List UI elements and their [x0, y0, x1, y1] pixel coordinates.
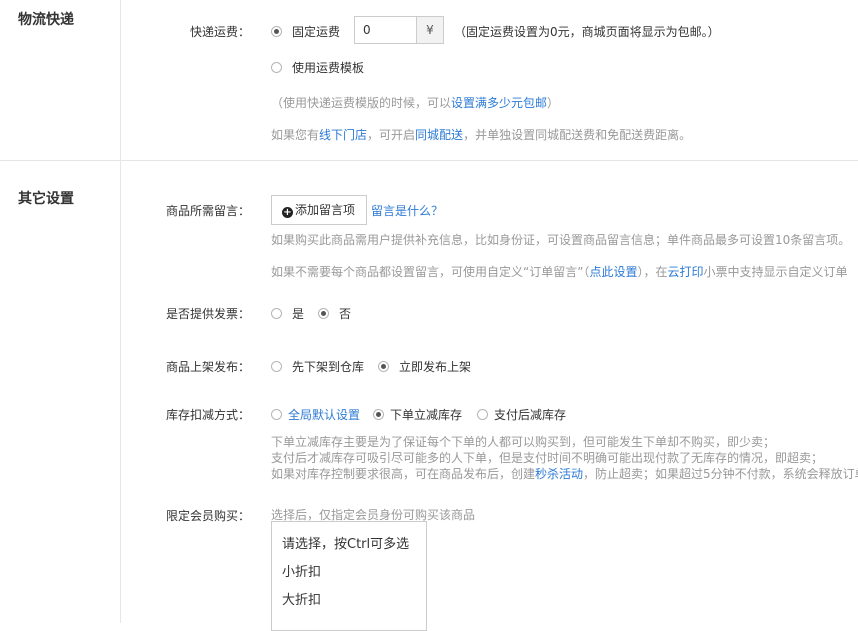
message-hint2-prefix: 如果不需要每个商品都设置留言，可使用自定义“订单留言”（: [271, 265, 590, 279]
stock-hint-3: 如果对库存控制要求很高，可在商品发布后，创建秒杀活动，防止超卖；如果超过5分钟不…: [271, 465, 858, 482]
publish-warehouse-radio[interactable]: [271, 361, 282, 372]
invoice-no-option[interactable]: 否: [318, 305, 351, 322]
message-hint-2: 如果不需要每个商品都设置留言，可使用自定义“订单留言”（点此设置），在云打印小票…: [271, 263, 848, 280]
message-label: 商品所需留言：: [165, 204, 250, 218]
publish-warehouse-option[interactable]: 先下架到仓库: [271, 358, 364, 375]
stock-hint3-suffix: ，防止超卖；如果超过5分钟不付款，系统会释放订单: [583, 467, 858, 481]
stock-hint3-prefix: 如果对库存控制要求很高，可在商品发布后，创建: [271, 467, 536, 481]
invoice-no-text: 否: [339, 307, 352, 321]
member-label: 限定会员购买：: [165, 509, 250, 523]
currency-addon: ¥: [416, 16, 444, 44]
template-text: 使用运费模板: [292, 61, 365, 75]
member-option[interactable]: 小折扣: [272, 556, 426, 584]
template-hint-suffix: ）: [547, 96, 560, 110]
publish-warehouse-text: 先下架到仓库: [292, 360, 365, 374]
section-title-logistics: 物流快递: [18, 12, 74, 28]
publish-now-option[interactable]: 立即发布上架: [378, 358, 471, 375]
stock-global-link[interactable]: 全局默认设置: [288, 408, 360, 422]
invoice-label: 是否提供发票：: [165, 307, 250, 321]
offline-hint-mid: ，可开启: [367, 128, 416, 142]
message-hint-1: 如果购买此商品需用户提供补充信息，比如身份证，可设置商品留言信息；单件商品最多可…: [271, 233, 851, 247]
publish-now-radio[interactable]: [378, 361, 389, 372]
offline-store-hint: 如果您有线下门店，可开启同城配送，并单独设置同城配送费和免配送费距离。: [271, 126, 691, 143]
member-level-select[interactable]: 请选择，按Ctrl可多选 小折扣 大折扣: [271, 521, 427, 631]
fixed-fee-radio[interactable]: [271, 26, 282, 37]
column-divider: [120, 0, 121, 623]
cloud-print-link[interactable]: 云打印: [667, 265, 703, 279]
stock-hint-2: 支付后才减库存可吸引尽可能多的人下单，但是支付时间不明确可能出现付款了无库存的情…: [271, 451, 824, 465]
stock-global-radio[interactable]: [271, 409, 282, 420]
what-is-message-link[interactable]: 留言是什么？: [371, 202, 443, 219]
offline-store-link[interactable]: 线下门店: [319, 128, 367, 142]
flash-sale-link[interactable]: 秒杀活动: [535, 467, 583, 481]
member-option[interactable]: 大折扣: [272, 584, 426, 612]
invoice-yes-radio[interactable]: [271, 308, 282, 319]
add-message-text: 添加留言项: [295, 203, 356, 217]
section-title-other: 其它设置: [18, 191, 74, 207]
template-radio[interactable]: [271, 62, 282, 73]
section-divider: [0, 160, 858, 161]
member-option[interactable]: 请选择，按Ctrl可多选: [272, 528, 426, 556]
plus-icon: +: [282, 207, 293, 218]
template-hint-prefix: （使用快递运费模版的时候，可以: [271, 96, 452, 110]
fixed-fee-input[interactable]: 0: [354, 16, 417, 44]
shipping-fee-label: 快递运费：: [189, 25, 250, 39]
publish-now-text: 立即发布上架: [399, 360, 472, 374]
template-hint: （使用快递运费模版的时候，可以设置满多少元包邮）: [271, 94, 559, 111]
fixed-fee-option[interactable]: 固定运费: [271, 23, 340, 40]
fixed-fee-note: （固定运费设置为0元，商城页面将显示为包邮。）: [454, 25, 720, 39]
stock-order-option[interactable]: 下单立减库存: [373, 406, 462, 423]
stock-pay-text: 支付后减库存: [494, 408, 567, 422]
stock-pay-radio[interactable]: [477, 409, 488, 420]
invoice-yes-option[interactable]: 是: [271, 305, 304, 322]
stock-order-text: 下单立减库存: [390, 408, 463, 422]
invoice-yes-text: 是: [292, 307, 305, 321]
stock-global-option[interactable]: 全局默认设置: [271, 406, 360, 423]
free-shipping-link[interactable]: 设置满多少元包邮: [451, 96, 547, 110]
fixed-fee-text: 固定运费: [292, 25, 341, 39]
offline-hint-prefix: 如果您有: [271, 128, 320, 142]
message-hint2-suffix: 小票中支持显示自定义订单: [703, 265, 848, 279]
stock-order-radio[interactable]: [373, 409, 384, 420]
stock-hint-1: 下单立减库存主要是为了保证每个下单的人都可以购买到，但可能发生下单却不购买，即少…: [271, 435, 776, 449]
order-message-settings-link[interactable]: 点此设置: [589, 265, 637, 279]
template-option[interactable]: 使用运费模板: [271, 59, 364, 76]
stock-label: 库存扣减方式：: [165, 408, 250, 422]
message-hint2-mid: ），在: [637, 265, 668, 279]
local-delivery-link[interactable]: 同城配送: [415, 128, 463, 142]
invoice-no-radio[interactable]: [318, 308, 329, 319]
add-message-button[interactable]: + 添加留言项: [271, 195, 367, 225]
offline-hint-suffix: ，并单独设置同城配送费和免配送费距离。: [463, 128, 692, 142]
publish-label: 商品上架发布：: [165, 360, 250, 374]
stock-pay-option[interactable]: 支付后减库存: [477, 406, 566, 423]
